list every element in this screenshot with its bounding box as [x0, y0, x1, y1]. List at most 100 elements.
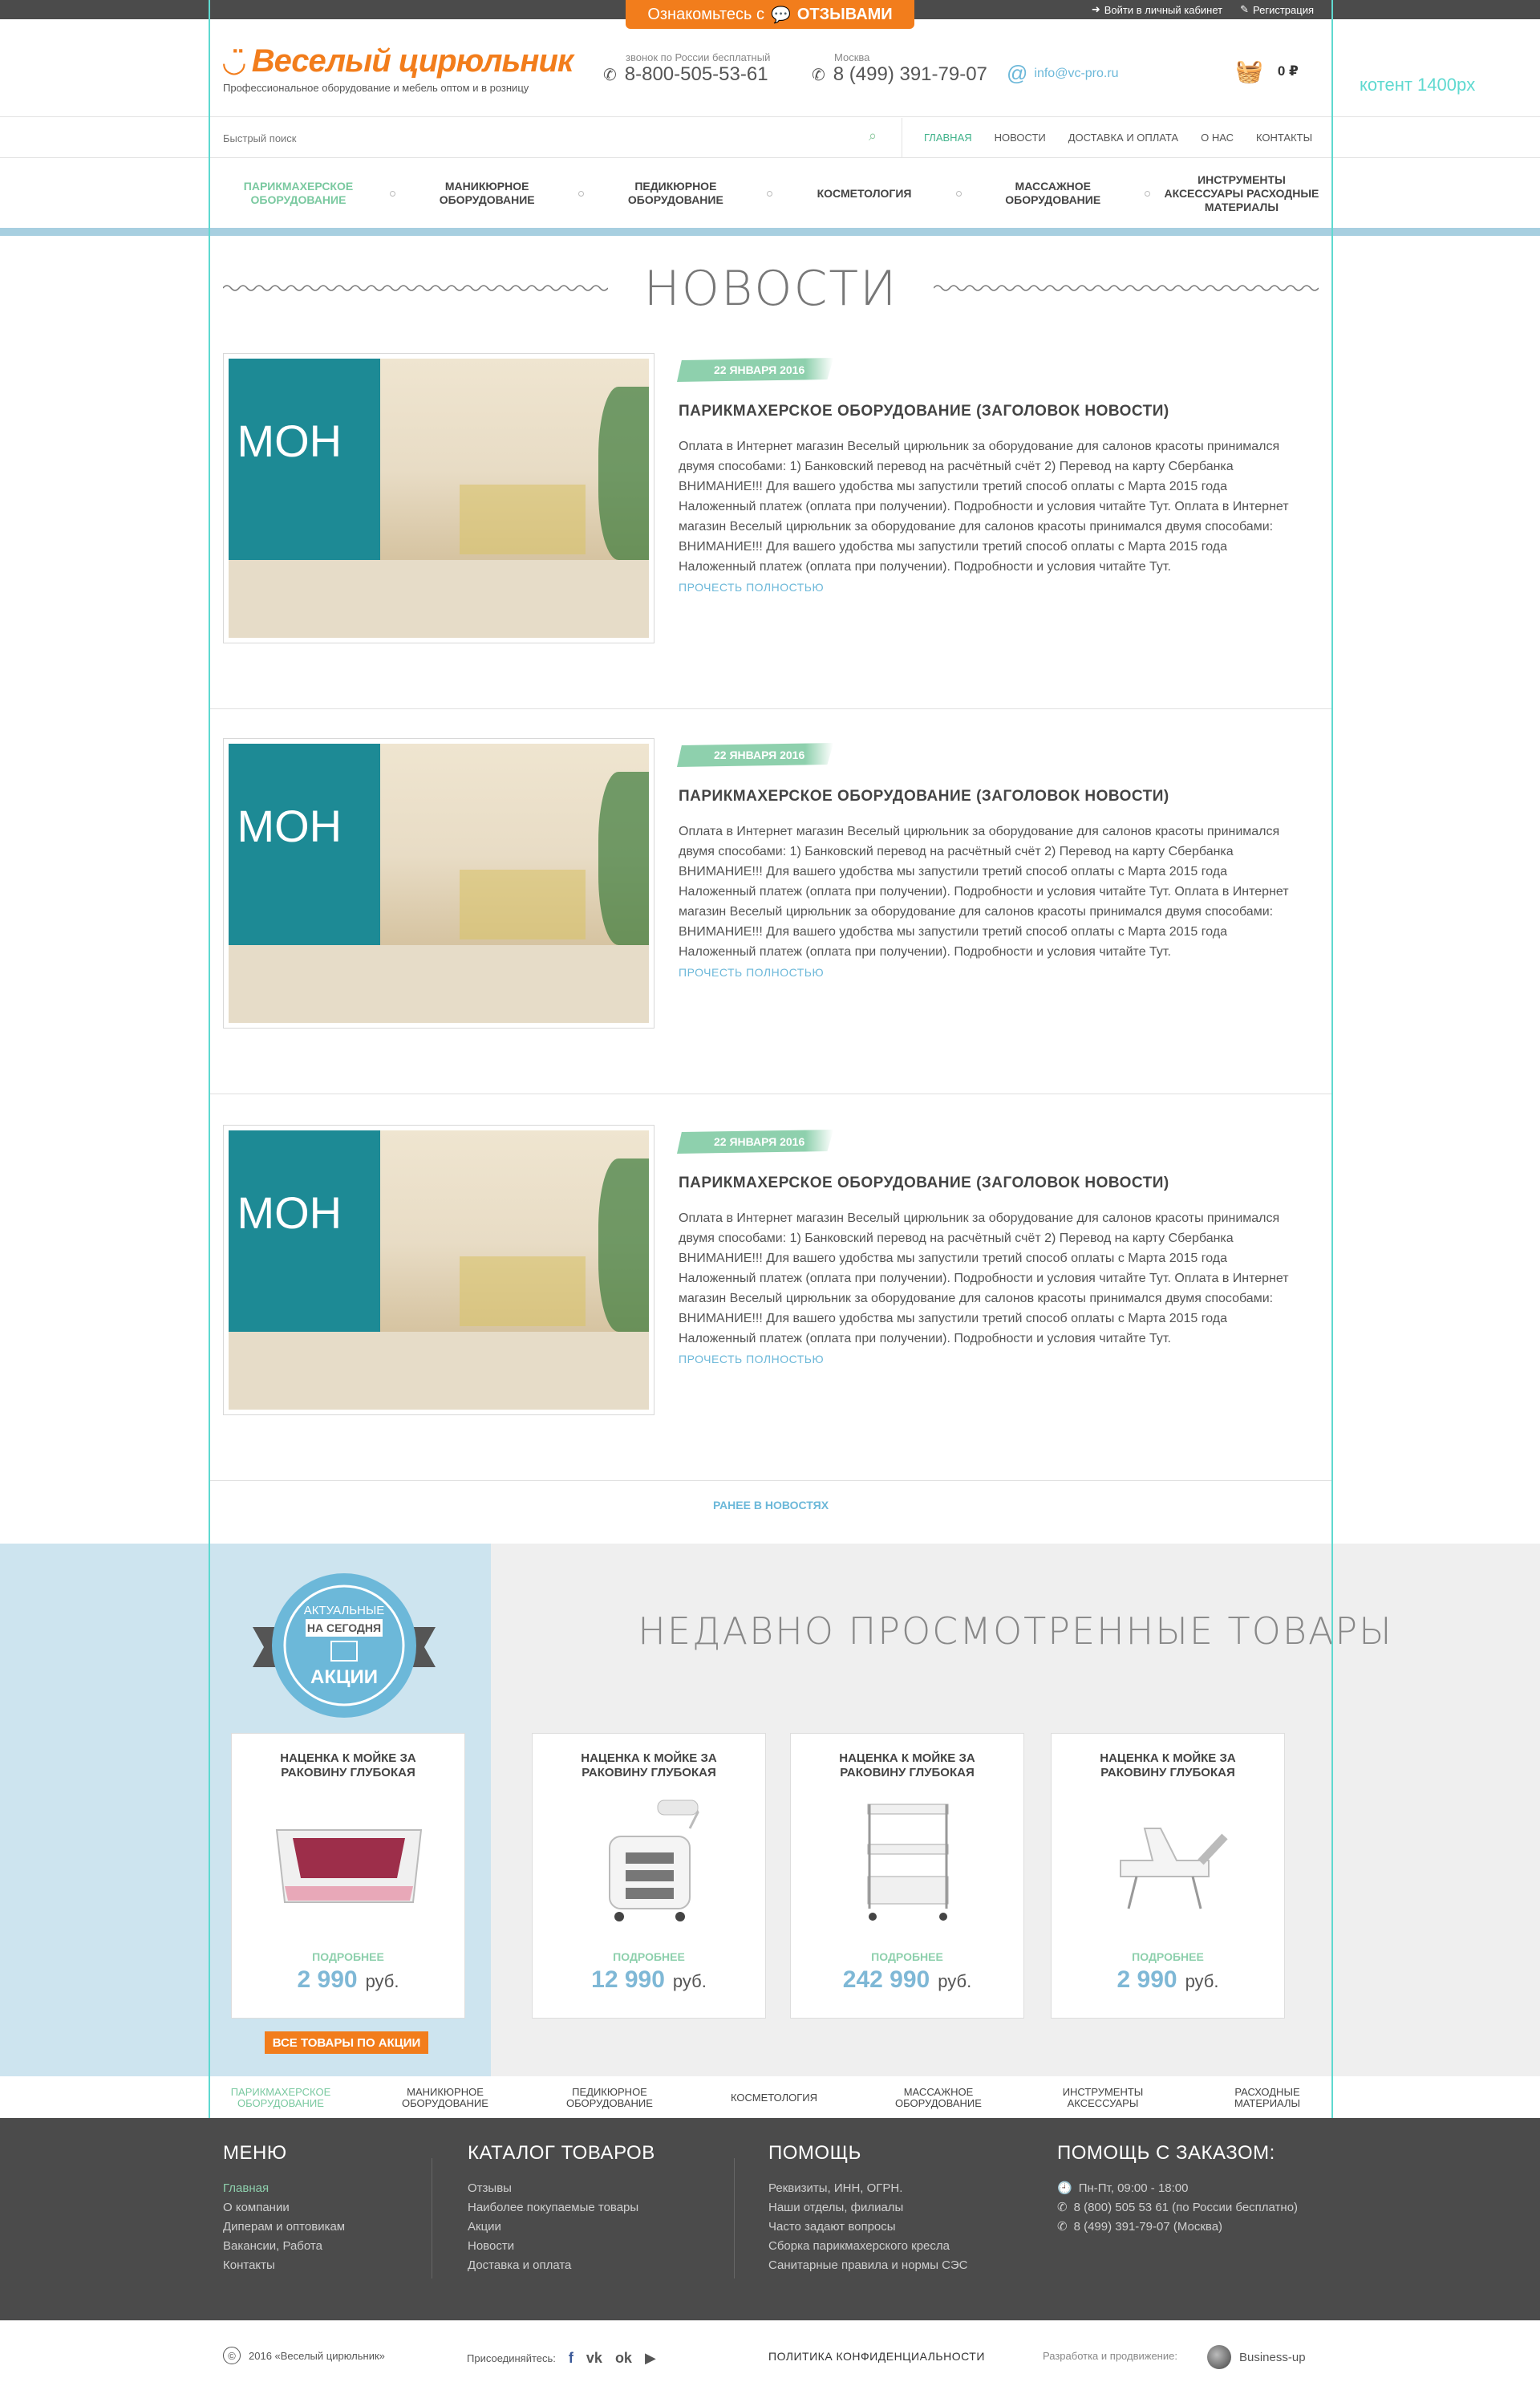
botnav-hairdressing[interactable]: ПАРИКМАХЕРСКОЕ ОБОРУДОВАНИЕ [217, 2087, 345, 2109]
basket-icon: 🧺 [1235, 59, 1263, 83]
news-photo[interactable]: MOH [223, 738, 654, 1029]
register-link[interactable]: ✎ Регистрация [1240, 3, 1314, 16]
product-name[interactable]: НАЦЕНКА К МОЙКЕ ЗА РАКОВИНУ ГЛУБОКАЯ [533, 1751, 765, 1780]
product-name[interactable]: НАЦЕНКА К МОЙКЕ ЗА РАКОВИНУ ГЛУБОКАЯ [1052, 1751, 1284, 1780]
news-heading[interactable]: ПАРИКМАХЕРСКОЕ ОБОРУДОВАНИЕ (ЗАГОЛОВОК Н… [679, 788, 1169, 805]
product-name[interactable]: НАЦЕНКА К МОЙКЕ ЗА РАКОВИНУ ГЛУБОКАЯ [232, 1751, 464, 1780]
search-input[interactable] [223, 126, 889, 150]
business-up-logo-icon [1207, 2345, 1231, 2369]
read-more-link[interactable]: ПРОЧЕСТЬ ПОЛНОСТЬЮ [679, 966, 824, 979]
footer-link[interactable]: Контакты [223, 2256, 345, 2275]
divider [734, 2158, 735, 2278]
top-nav: ГЛАВНАЯ НОВОСТИ ДОСТАВКА И ОПЛАТА О НАС … [924, 132, 1312, 144]
svg-text:НА СЕГОДНЯ: НА СЕГОДНЯ [307, 1621, 381, 1634]
footer-link[interactable]: Главная [223, 2179, 345, 2198]
details-link[interactable]: ПОДРОБНЕЕ [791, 1950, 1023, 1963]
earlier-news-link[interactable]: РАНЕЕ В НОВОСТЯХ [210, 1465, 1331, 1545]
footer-link[interactable]: Акции [468, 2218, 655, 2237]
product-name[interactable]: НАЦЕНКА К МОЙКЕ ЗА РАКОВИНУ ГЛУБОКАЯ [791, 1751, 1023, 1780]
cart[interactable]: 🧺 0 ₽ [1235, 58, 1299, 84]
news-date: 22 ЯНВАРЯ 2016 [677, 743, 834, 767]
botnav-tools[interactable]: ИНСТРУМЕНТЫ АКСЕССУАРЫ [1039, 2087, 1167, 2109]
footer-link[interactable]: Сборка парикмахерского кресла [768, 2237, 967, 2256]
search-icon[interactable]: ⌕ [869, 128, 877, 144]
footer-link[interactable]: Вакансии, Работа [223, 2237, 345, 2256]
footer-order-help: ПОМОЩЬ С ЗАКАЗОМ: 🕘 Пн-Пт, 09:00 - 18:00 … [1057, 2142, 1298, 2237]
news-item: MOH 22 ЯНВАРЯ 2016 ПАРИКМАХЕРСКОЕ ОБОРУД… [210, 709, 1331, 1094]
footer-link[interactable]: Часто задают вопросы [768, 2218, 967, 2237]
cat-cosmetology[interactable]: КОСМЕТОЛОГИЯ [784, 187, 945, 201]
details-link[interactable]: ПОДРОБНЕЕ [1052, 1950, 1284, 1963]
botnav-massage[interactable]: МАССАЖНОЕ ОБОРУДОВАНИЕ [874, 2087, 1003, 2109]
footer-link[interactable]: Доставка и оплата [468, 2256, 655, 2275]
nav-about[interactable]: О НАС [1201, 132, 1234, 144]
phone-icon: ✆ [812, 66, 825, 84]
product-card[interactable]: НАЦЕНКА К МОЙКЕ ЗА РАКОВИНУ ГЛУБОКАЯ ПОД… [532, 1733, 766, 2019]
cat-tools[interactable]: ИНСТРУМЕНТЫ АКСЕССУАРЫ РАСХОДНЫЕ МАТЕРИА… [1161, 173, 1322, 214]
botnav-consumables[interactable]: РАСХОДНЫЕ МАТЕРИАЛЫ [1203, 2087, 1331, 2109]
footer-link[interactable]: Санитарные правила и нормы СЭС [768, 2256, 967, 2275]
tagline: Профессиональное оборудование и мебель о… [223, 82, 529, 94]
footer-link[interactable]: Наиболее покупаемые товары [468, 2198, 655, 2218]
account-links: ➜ Войти в личный кабинет ✎ Регистрация [1092, 3, 1314, 16]
news-heading[interactable]: ПАРИКМАХЕРСКОЕ ОБОРУДОВАНИЕ (ЗАГОЛОВОК Н… [679, 1175, 1169, 1192]
details-link[interactable]: ПОДРОБНЕЕ [232, 1950, 464, 1963]
product-image[interactable] [569, 1796, 730, 1928]
phone-icon: ✆ [1057, 2201, 1068, 2214]
logo[interactable]: ◡̈ Веселый цирюльник [223, 43, 573, 79]
divider [1144, 190, 1150, 197]
chat-icon: 💬 [770, 6, 791, 24]
footer-link[interactable]: О компании [223, 2198, 345, 2218]
pencil-icon: ✎ [1240, 3, 1249, 15]
news-heading[interactable]: ПАРИКМАХЕРСКОЕ ОБОРУДОВАНИЕ (ЗАГОЛОВОК Н… [679, 403, 1169, 420]
cat-pedicure[interactable]: ПЕДИКЮРНОЕ ОБОРУДОВАНИЕ [595, 180, 756, 207]
divider [390, 190, 396, 197]
login-link[interactable]: ➜ Войти в личный кабинет [1092, 3, 1222, 16]
vk-icon[interactable]: vk [586, 2350, 602, 2367]
nav-contacts[interactable]: КОНТАКТЫ [1256, 132, 1312, 144]
botnav-cosmetology[interactable]: КОСМЕТОЛОГИЯ [710, 2092, 838, 2104]
reviews-tab[interactable]: Ознакомьтесь с 💬 ОТЗЫВАМИ [626, 0, 914, 29]
read-more-link[interactable]: ПРОЧЕСТЬ ПОЛНОСТЬЮ [679, 1353, 824, 1365]
cat-massage[interactable]: МАССАЖНОЕ ОБОРУДОВАНИЕ [973, 180, 1133, 207]
product-price: 2 990 руб. [1116, 1966, 1219, 1993]
youtube-icon[interactable]: ▶ [645, 2350, 656, 2367]
news-text: Оплата в Интернет магазин Веселый цирюль… [679, 440, 1289, 574]
footer-link[interactable]: Новости [468, 2237, 655, 2256]
read-more-link[interactable]: ПРОЧЕСТЬ ПОЛНОСТЬЮ [679, 581, 824, 594]
footer-link[interactable]: Реквизиты, ИНН, ОГРН. [768, 2179, 967, 2198]
nav-delivery[interactable]: ДОСТАВКА И ОПЛАТА [1068, 132, 1178, 144]
footer-link[interactable]: Диперам и оптовикам [223, 2218, 345, 2237]
news-item: MOH 22 ЯНВАРЯ 2016 ПАРИКМАХЕРСКОЕ ОБОРУД… [210, 1096, 1331, 1481]
all-promo-button[interactable]: ВСЕ ТОВАРЫ ПО АКЦИИ [265, 2031, 428, 2054]
developer-link[interactable]: Business-up [1207, 2345, 1306, 2369]
news-text: Оплата в Интернет магазин Веселый цирюль… [679, 825, 1289, 959]
news-photo[interactable]: MOH [223, 1125, 654, 1415]
product-price: 242 990 руб. [842, 1966, 972, 1993]
category-nav: ПАРИКМАХЕРСКОЕ ОБОРУДОВАНИЕ МАНИКЮРНОЕ О… [209, 159, 1331, 228]
divider [955, 190, 962, 197]
product-image[interactable] [1088, 1796, 1249, 1928]
footer-link[interactable]: Наши отделы, филиалы [768, 2198, 967, 2218]
email-link[interactable]: @ info@vc-pro.ru [1007, 61, 1119, 86]
footer-link[interactable]: Отзывы [468, 2179, 655, 2198]
product-card[interactable]: НАЦЕНКА К МОЙКЕ ЗА РАКОВИНУ ГЛУБОКАЯ ПОД… [231, 1733, 465, 2019]
product-image[interactable] [269, 1796, 429, 1928]
footer-menu: МЕНЮ Главная О компании Диперам и оптови… [223, 2142, 345, 2275]
product-image[interactable] [828, 1796, 988, 1928]
news-photo[interactable]: MOH [223, 353, 654, 643]
nav-home[interactable]: ГЛАВНАЯ [924, 132, 972, 144]
odnoklassniki-icon[interactable]: ok [615, 2350, 632, 2367]
product-card[interactable]: НАЦЕНКА К МОЙКЕ ЗА РАКОВИНУ ГЛУБОКАЯ ПОД… [790, 1733, 1024, 2019]
product-card[interactable]: НАЦЕНКА К МОЙКЕ ЗА РАКОВИНУ ГЛУБОКАЯ ПОД… [1051, 1733, 1285, 2019]
cat-hairdressing[interactable]: ПАРИКМАХЕРСКОЕ ОБОРУДОВАНИЕ [218, 180, 379, 207]
promo-badge[interactable]: АКТУАЛЬНЫЕ НА СЕГОДНЯ АКЦИИ [253, 1571, 436, 1720]
details-link[interactable]: ПОДРОБНЕЕ [533, 1950, 765, 1963]
botnav-manicure[interactable]: МАНИКЮРНОЕ ОБОРУДОВАНИЕ [381, 2087, 509, 2109]
facebook-icon[interactable]: f [569, 2350, 573, 2367]
legal-bar: © 2016 «Веселый цирюльник» Присоединяйтес… [0, 2320, 1540, 2390]
cat-manicure[interactable]: МАНИКЮРНОЕ ОБОРУДОВАНИЕ [407, 180, 567, 207]
nav-news[interactable]: НОВОСТИ [995, 132, 1046, 144]
privacy-policy-link[interactable]: ПОЛИТИКА КОНФИДЕНЦИАЛЬНОСТИ [768, 2350, 985, 2363]
botnav-pedicure[interactable]: ПЕДИКЮРНОЕ ОБОРУДОВАНИЕ [545, 2087, 674, 2109]
